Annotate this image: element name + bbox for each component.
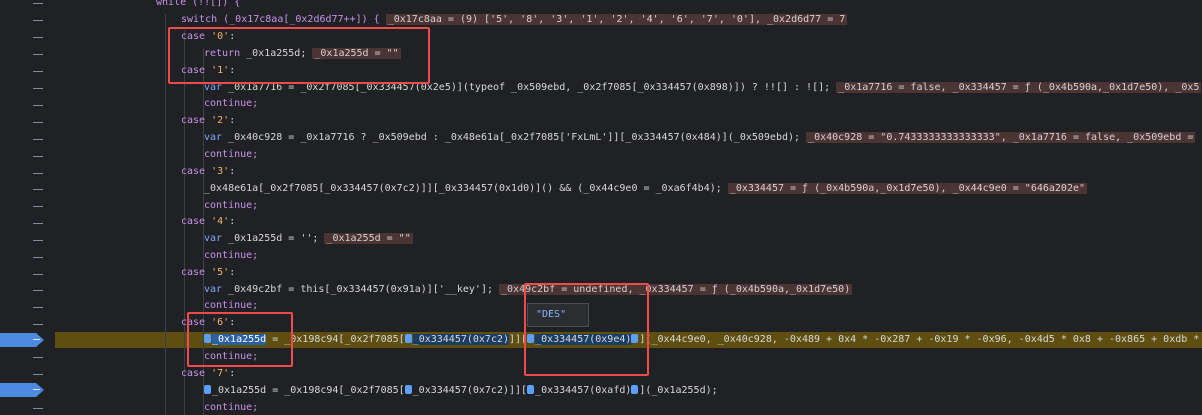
value-tooltip: "DES" [527, 303, 589, 327]
gutter-mark [33, 257, 43, 258]
highlight-box-des-call [524, 283, 649, 376]
code-line: case '5': [181, 267, 236, 278]
gutter-mark [33, 240, 43, 241]
gutter-mark [33, 122, 43, 123]
gutter-mark [33, 223, 43, 224]
gutter-mark [33, 274, 43, 275]
gutter-mark [33, 139, 43, 140]
code-line: continue; [204, 250, 259, 261]
value-annotation: _0x17c8aa = (9) ['5', '8', '3', '1', '2'… [385, 14, 848, 25]
code-line: continue; [204, 200, 259, 211]
code-line: _0x1a255d = _0x198c94[_0x2f7085[_0x33445… [204, 384, 718, 398]
code-line-current: _0x1a255d = _0x198c94[_0x2f7085[_0x33445… [204, 333, 1199, 347]
code-line: _0x48e61a[_0x2f7085[_0x334457(0x7c2)]][_… [204, 183, 1088, 194]
highlight-box-case0 [168, 27, 430, 84]
code-line: case '4': [181, 216, 236, 227]
code-line: continue; [204, 300, 259, 311]
line-gutter [0, 0, 55, 415]
highlight-box-result-var [187, 312, 293, 367]
gutter-mark [33, 324, 43, 325]
breakpoint-marker[interactable] [0, 333, 44, 347]
gutter-mark [33, 290, 43, 291]
breakpoint-marker[interactable] [0, 383, 44, 397]
gutter-mark [33, 37, 43, 38]
gutter-mark [33, 173, 43, 174]
code-line: case '3': [181, 166, 236, 177]
gutter-mark [33, 71, 43, 72]
value-annotation: _0x1a7716 = false, _0x334457 = ƒ (_0x4b5… [836, 82, 1202, 93]
value-annotation: _0x1a255d = "" [324, 233, 413, 244]
gutter-mark [33, 408, 43, 409]
gutter-mark [33, 374, 43, 375]
gutter-mark [33, 206, 43, 207]
code-line: case '7': [181, 368, 236, 379]
gutter-mark [33, 105, 43, 106]
code-line: continue; [204, 149, 259, 160]
gutter-mark [33, 20, 43, 21]
value-annotation: _0x334457 = ƒ (_0x4b590a,_0x1d7e50), _0x… [727, 183, 1088, 194]
gutter-mark [33, 307, 43, 308]
code-line: var _0x1a255d = ''; _0x1a255d = "" [204, 233, 413, 244]
gutter-mark [33, 357, 43, 358]
gutter-mark [33, 3, 43, 4]
gutter-mark [33, 54, 43, 55]
value-annotation: _0x40c928 = "0.7433333333333333", _0x1a7… [806, 132, 1196, 143]
code-line: switch (_0x17c8aa[_0x2d6d77++]) { _0x17c… [181, 14, 848, 25]
code-line: case '2': [181, 115, 236, 126]
gutter-mark [33, 88, 43, 89]
code-line: while (!![]) { [156, 0, 241, 8]
gutter-mark [33, 156, 43, 157]
code-line: var _0x40c928 = _0x1a7716 ? _0x509ebd : … [204, 132, 1196, 143]
gutter-mark [33, 189, 43, 190]
code-line: continue; [204, 98, 259, 109]
code-line: continue; [204, 402, 259, 413]
